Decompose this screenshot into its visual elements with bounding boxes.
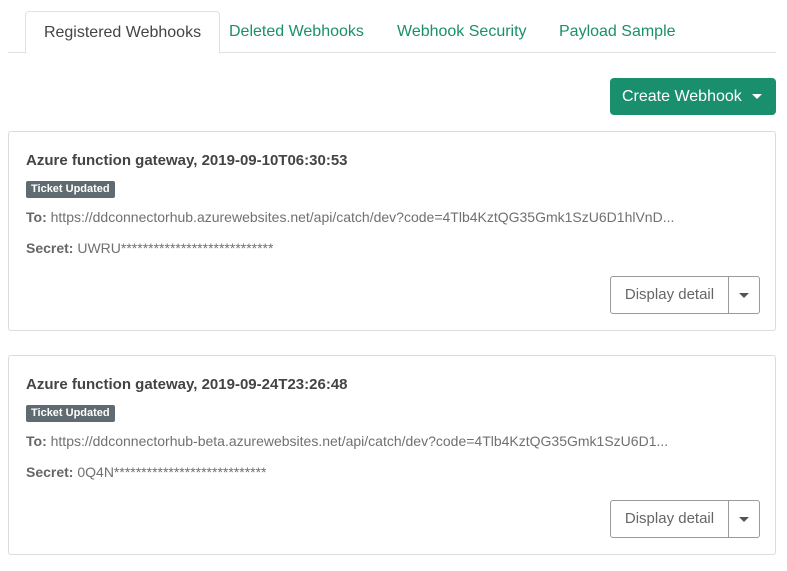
event-badge: Ticket Updated: [26, 181, 115, 198]
to-value: https://ddconnectorhub-beta.azurewebsite…: [50, 433, 669, 449]
tab-webhook-security[interactable]: Webhook Security: [397, 11, 527, 53]
secret-value: 0Q4N****************************: [77, 464, 267, 480]
webhook-secret-row: Secret: 0Q4N****************************: [26, 464, 266, 480]
display-detail-dropdown-toggle[interactable]: [729, 277, 759, 313]
webhook-title: Azure function gateway, 2019-09-24T23:26…: [26, 376, 348, 393]
webhook-tabs: Registered Webhooks Deleted Webhooks Web…: [8, 11, 776, 54]
tab-deleted-webhooks[interactable]: Deleted Webhooks: [229, 11, 364, 53]
webhook-card: Azure function gateway, 2019-09-10T06:30…: [8, 131, 776, 331]
event-badge: Ticket Updated: [26, 405, 115, 422]
display-detail-button[interactable]: Display detail: [611, 501, 729, 537]
webhook-url-row: To: https://ddconnectorhub.azurewebsites…: [26, 209, 674, 225]
tab-payload-sample[interactable]: Payload Sample: [559, 11, 676, 53]
webhook-url-row: To: https://ddconnectorhub-beta.azureweb…: [26, 433, 668, 449]
caret-down-icon: [739, 517, 749, 522]
display-detail-button[interactable]: Display detail: [611, 277, 729, 313]
create-webhook-button[interactable]: Create Webhook: [610, 78, 776, 115]
tab-registered-webhooks[interactable]: Registered Webhooks: [25, 11, 220, 54]
create-webhook-label: Create Webhook: [622, 88, 742, 105]
to-value: https://ddconnectorhub.azurewebsites.net…: [50, 209, 675, 225]
secret-label: Secret:: [26, 464, 74, 480]
caret-down-icon: [752, 94, 762, 99]
secret-label: Secret:: [26, 240, 74, 256]
display-detail-group: Display detail: [610, 276, 760, 314]
display-detail-dropdown-toggle[interactable]: [729, 501, 759, 537]
webhook-secret-row: Secret: UWRU****************************: [26, 240, 273, 256]
to-label: To:: [26, 433, 47, 449]
webhook-title: Azure function gateway, 2019-09-10T06:30…: [26, 152, 348, 169]
webhook-card: Azure function gateway, 2019-09-24T23:26…: [8, 355, 776, 555]
display-detail-group: Display detail: [610, 500, 760, 538]
secret-value: UWRU****************************: [77, 240, 274, 256]
caret-down-icon: [739, 293, 749, 298]
to-label: To:: [26, 209, 47, 225]
